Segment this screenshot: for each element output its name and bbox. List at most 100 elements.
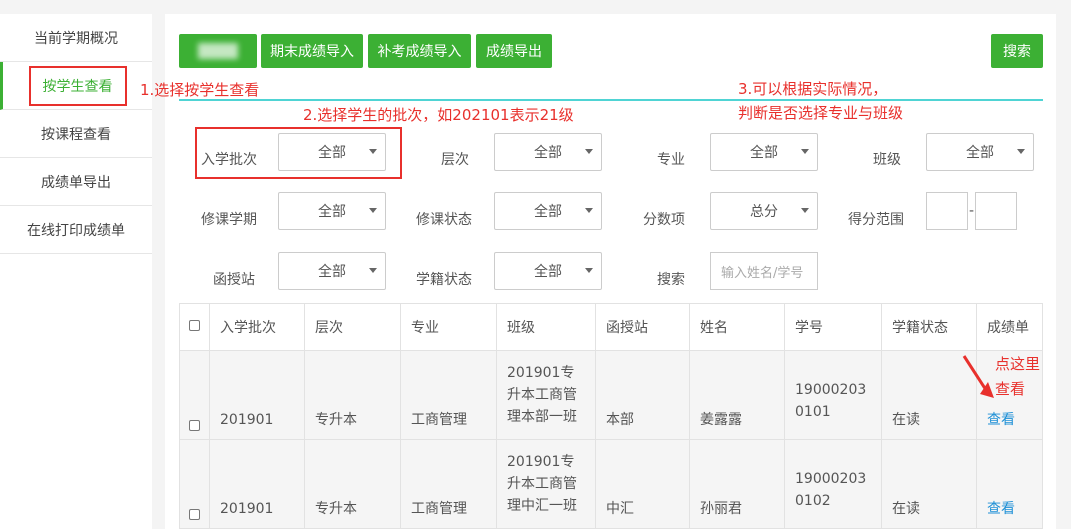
- cell-station: 本部: [595, 350, 690, 440]
- annotation-box-batch: [195, 127, 402, 179]
- table-row: 201901 专升本 工商管理 201901专升本工商管理中汇一班 中汇 孙丽君…: [179, 439, 1043, 529]
- col-id: 学号: [784, 303, 882, 351]
- major-select-value: 全部: [750, 145, 778, 161]
- col-batch: 入学批次: [209, 303, 305, 351]
- redacted-label: [198, 43, 238, 59]
- cell-text: 孙丽君: [700, 501, 742, 517]
- cell-text: 190002030102: [795, 471, 867, 509]
- main-panel: 期末成绩导入 补考成绩导入 成绩导出 搜索 入学批次 全部 层次 全部 专业 全…: [165, 14, 1056, 529]
- term-label: 修课学期: [201, 212, 257, 228]
- chevron-down-icon: [585, 149, 593, 154]
- cell-level: 专升本: [304, 439, 401, 529]
- station-label: 函授站: [213, 272, 255, 288]
- cell-transcript: 查看: [976, 439, 1043, 529]
- row-select-cell: [179, 350, 210, 440]
- col-status: 学籍状态: [881, 303, 977, 351]
- sidebar-item-by-course[interactable]: 按课程查看: [0, 110, 152, 158]
- cell-text: 在读: [892, 501, 920, 517]
- annotation-click-line1: 点这里: [995, 355, 1041, 373]
- sidebar-item-by-student[interactable]: 按学生查看: [0, 62, 152, 110]
- cell-class: 201901专升本工商管理中汇一班: [496, 439, 596, 529]
- cell-station: 中汇: [595, 439, 690, 529]
- score-min-input[interactable]: [926, 192, 968, 230]
- course-status-select-value: 全部: [534, 204, 562, 220]
- select-all-checkbox[interactable]: [189, 320, 200, 331]
- redacted-button[interactable]: [179, 34, 257, 68]
- cell-id: 190002030102: [784, 439, 882, 529]
- enroll-status-select[interactable]: 全部: [494, 252, 602, 290]
- term-select[interactable]: 全部: [278, 192, 386, 230]
- score-item-select[interactable]: 总分: [710, 192, 818, 230]
- view-transcript-link[interactable]: 查看: [987, 409, 1015, 431]
- level-select[interactable]: 全部: [494, 133, 602, 171]
- cell-text: 工商管理: [411, 412, 467, 428]
- cell-text: 201901专升本工商管理中汇一班: [507, 454, 577, 514]
- chevron-down-icon: [585, 268, 593, 273]
- view-transcript-link[interactable]: 查看: [987, 498, 1015, 520]
- class-select[interactable]: 全部: [926, 133, 1034, 171]
- cell-class: 201901专升本工商管理本部一班: [496, 350, 596, 440]
- level-select-value: 全部: [534, 145, 562, 161]
- cell-id: 190002030101: [784, 350, 882, 440]
- cell-text: 中汇: [606, 501, 634, 517]
- cell-text: 工商管理: [411, 501, 467, 517]
- cell-text: 201901: [220, 501, 274, 517]
- annotation-step1: 1.选择按学生查看: [140, 81, 260, 99]
- col-level: 层次: [304, 303, 401, 351]
- cell-text: 在读: [892, 412, 920, 428]
- score-max-input[interactable]: [975, 192, 1017, 230]
- makeup-score-import-button[interactable]: 补考成绩导入: [368, 34, 471, 68]
- annotation-step3-line2: 判断是否选择专业与班级: [738, 104, 904, 122]
- col-major: 专业: [400, 303, 497, 351]
- student-table: 入学批次 层次 专业 班级 函授站 姓名 学号 学籍状态 成绩单 201901 …: [179, 303, 1043, 529]
- cell-name: 姜露露: [689, 350, 785, 440]
- search-input[interactable]: 输入姓名/学号: [710, 252, 818, 290]
- cell-text: 专升本: [315, 501, 357, 517]
- search-button[interactable]: 搜索: [991, 34, 1043, 68]
- chevron-down-icon: [1017, 149, 1025, 154]
- enroll-status-select-value: 全部: [534, 264, 562, 280]
- term-select-value: 全部: [318, 204, 346, 220]
- course-status-label: 修课状态: [416, 212, 472, 228]
- sidebar-item-semester-overview[interactable]: 当前学期概况: [0, 14, 152, 62]
- final-score-import-button[interactable]: 期末成绩导入: [261, 34, 363, 68]
- sidebar-item-label: 按课程查看: [41, 126, 111, 143]
- score-range-label: 得分范围: [848, 212, 904, 228]
- table-header-row: 入学批次 层次 专业 班级 函授站 姓名 学号 学籍状态 成绩单: [179, 303, 1043, 351]
- chevron-down-icon: [801, 208, 809, 213]
- class-label: 班级: [873, 152, 901, 168]
- cell-text: 姜露露: [700, 412, 742, 428]
- cell-name: 孙丽君: [689, 439, 785, 529]
- chevron-down-icon: [585, 208, 593, 213]
- sidebar-item-label: 在线打印成绩单: [27, 222, 125, 239]
- chevron-down-icon: [801, 149, 809, 154]
- col-transcript: 成绩单: [976, 303, 1043, 351]
- cell-text: 190002030101: [795, 382, 867, 420]
- col-class: 班级: [496, 303, 596, 351]
- col-station: 函授站: [595, 303, 690, 351]
- score-export-button[interactable]: 成绩导出: [476, 34, 552, 68]
- select-all-cell: [179, 303, 210, 351]
- level-label: 层次: [441, 152, 469, 168]
- chevron-down-icon: [369, 208, 377, 213]
- sidebar: 当前学期概况 按学生查看 按课程查看 成绩单导出 在线打印成绩单: [0, 14, 152, 529]
- class-select-value: 全部: [966, 145, 994, 161]
- annotation-step3-line1: 3.可以根据实际情况，: [738, 80, 888, 98]
- sidebar-item-online-print[interactable]: 在线打印成绩单: [0, 206, 152, 254]
- station-select-value: 全部: [318, 264, 346, 280]
- course-status-select[interactable]: 全部: [494, 192, 602, 230]
- row-checkbox[interactable]: [189, 509, 200, 520]
- enroll-status-label: 学籍状态: [416, 272, 472, 288]
- cell-batch: 201901: [209, 439, 305, 529]
- row-checkbox[interactable]: [189, 420, 200, 431]
- score-item-label: 分数项: [643, 212, 685, 228]
- major-select[interactable]: 全部: [710, 133, 818, 171]
- row-select-cell: [179, 439, 210, 529]
- score-range-separator: -: [969, 203, 975, 219]
- sidebar-item-transcript-export[interactable]: 成绩单导出: [0, 158, 152, 206]
- major-label: 专业: [657, 152, 685, 168]
- table-row: 201901 专升本 工商管理 201901专升本工商管理本部一班 本部 姜露露…: [179, 350, 1043, 440]
- station-select[interactable]: 全部: [278, 252, 386, 290]
- divider: [179, 99, 1043, 101]
- sidebar-item-label: 按学生查看: [28, 65, 127, 106]
